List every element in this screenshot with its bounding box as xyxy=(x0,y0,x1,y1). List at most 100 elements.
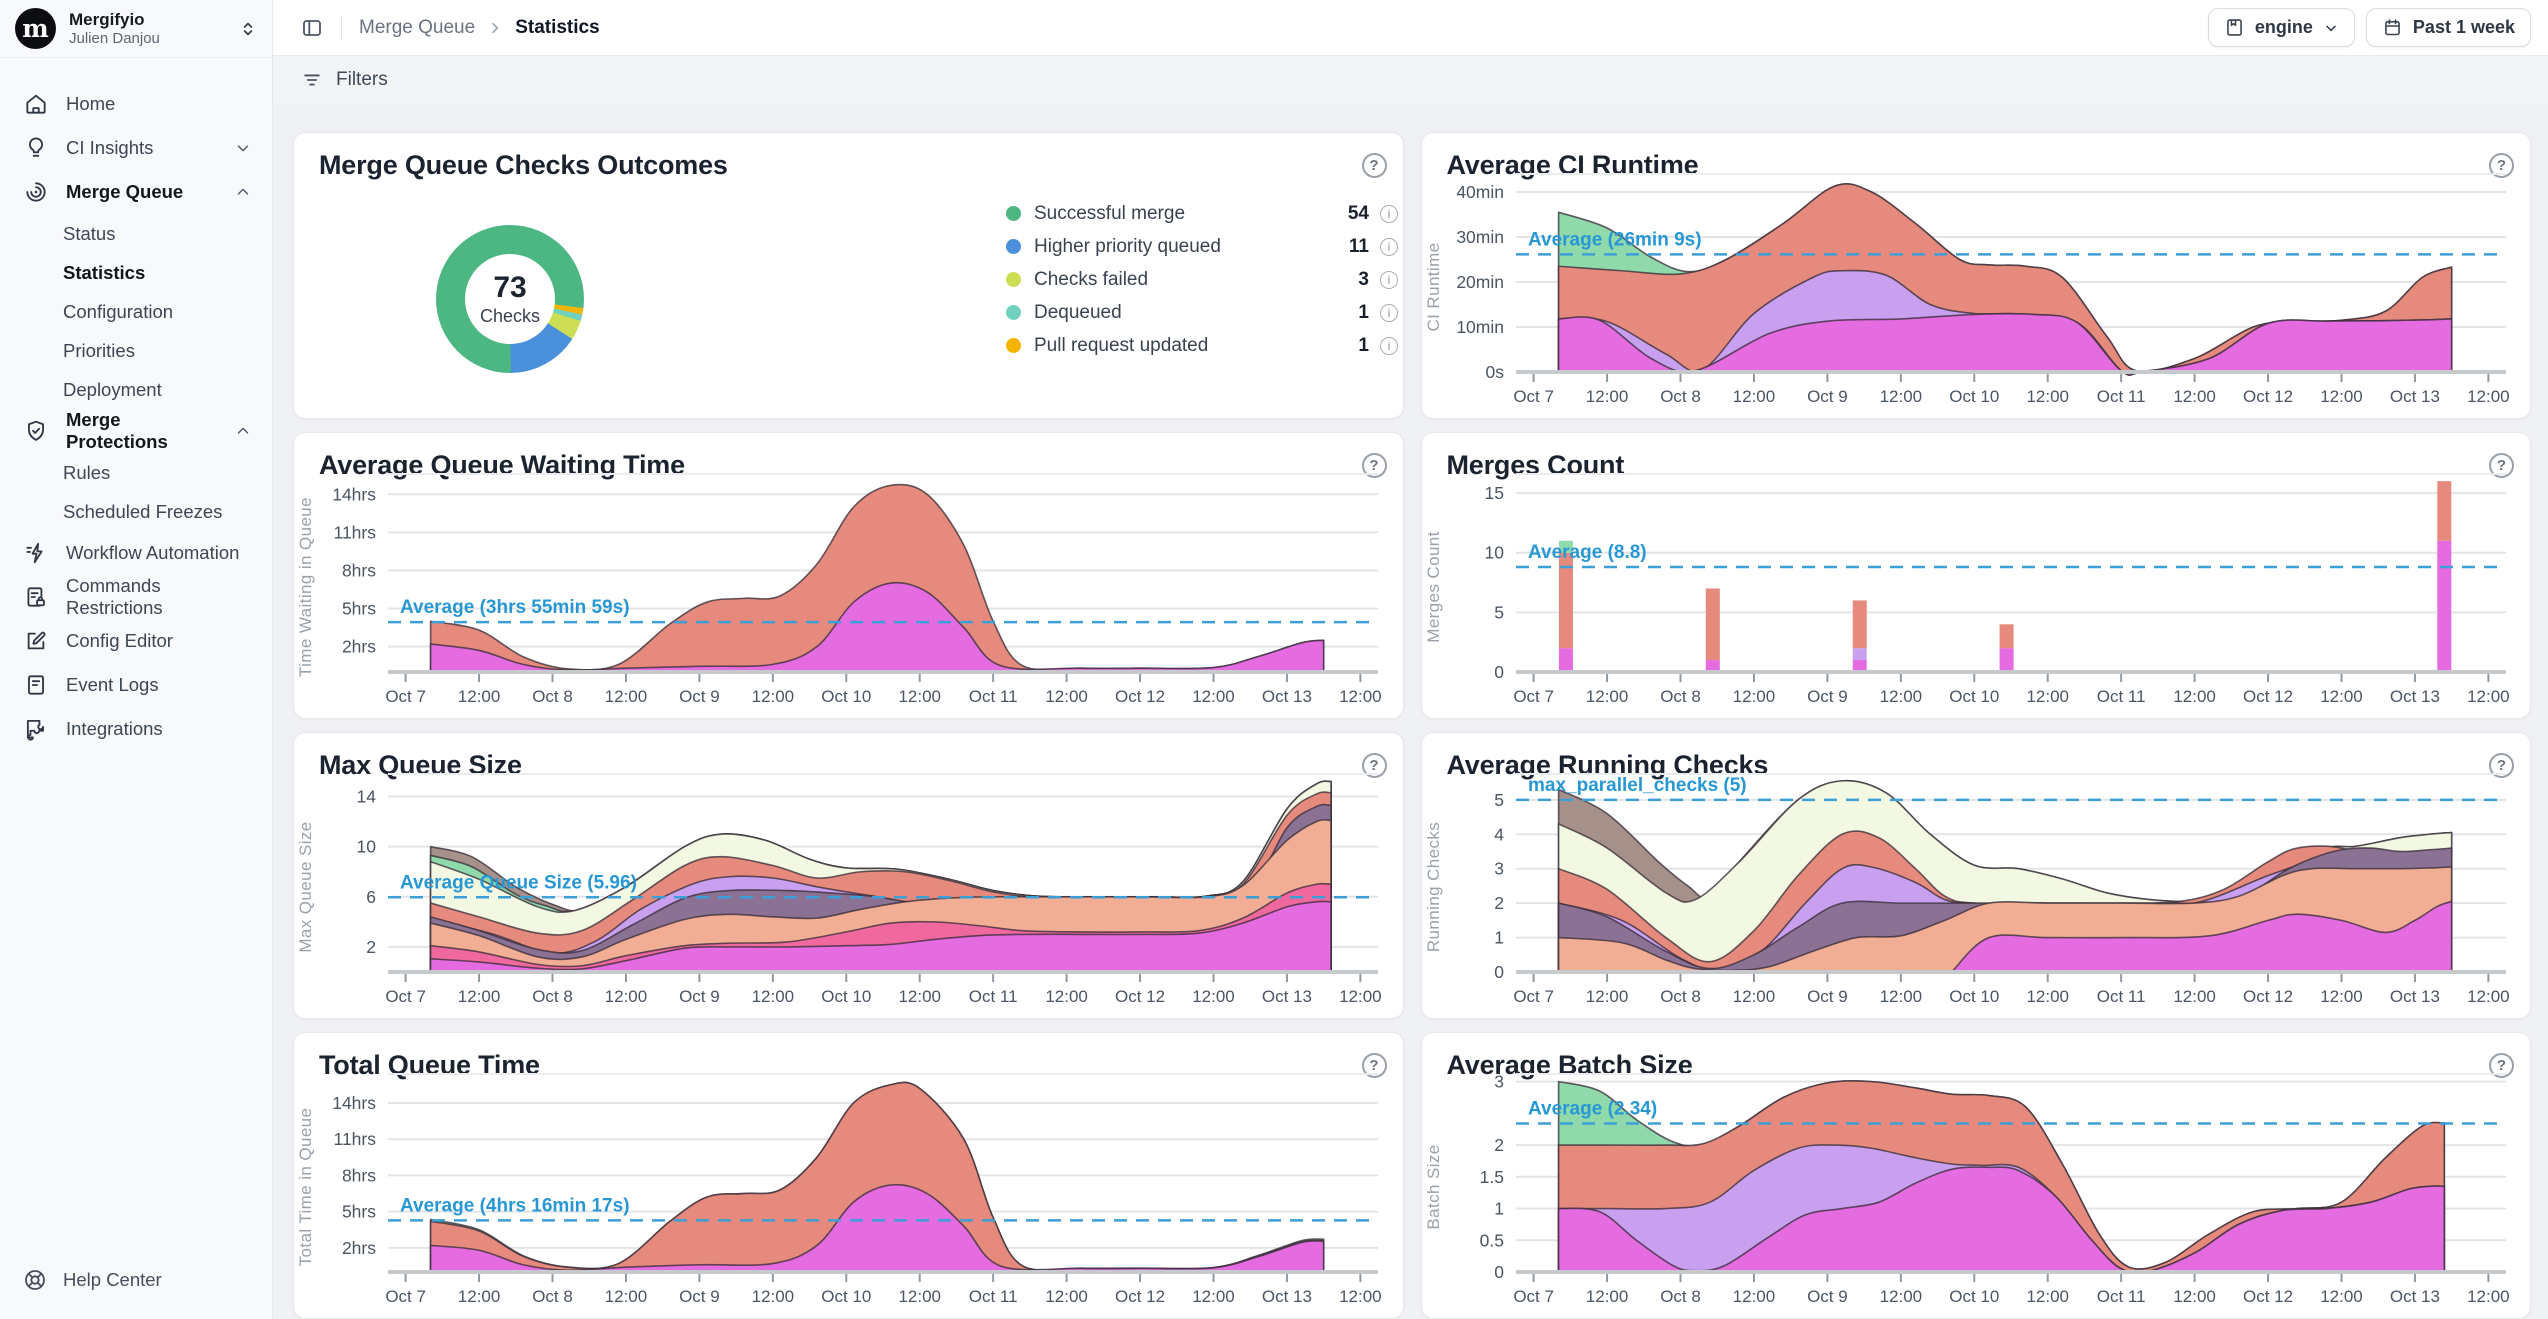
legend-label: Dequeued xyxy=(1034,302,1358,324)
svg-text:12:00: 12:00 xyxy=(1732,387,1775,406)
svg-text:Oct 8: Oct 8 xyxy=(532,987,573,1006)
max-queue-size-chart[interactable]: 261014Oct 712:00Oct 812:00Oct 912:00Oct … xyxy=(322,762,1392,1014)
svg-text:Average (3hrs 55min 59s): Average (3hrs 55min 59s) xyxy=(400,597,630,618)
svg-text:12:00: 12:00 xyxy=(1192,687,1235,706)
svg-text:12:00: 12:00 xyxy=(1732,687,1775,706)
info-icon[interactable]: i xyxy=(1380,205,1398,223)
workspace-caret-icon[interactable] xyxy=(238,19,258,39)
svg-text:12:00: 12:00 xyxy=(752,987,795,1006)
legend-label: Checks failed xyxy=(1034,269,1358,291)
sidebar-item-status[interactable]: Status xyxy=(0,214,272,253)
breadcrumb-chevron-icon xyxy=(487,20,503,36)
checks-outcomes-donut[interactable]: 73 Checks xyxy=(436,225,584,373)
svg-text:12:00: 12:00 xyxy=(1339,687,1382,706)
sidebar-item-priorities[interactable]: Priorities xyxy=(0,331,272,370)
svg-text:Oct 12: Oct 12 xyxy=(1115,1287,1165,1306)
document-icon xyxy=(23,672,49,698)
date-range-button[interactable]: Past 1 week xyxy=(2366,8,2531,47)
svg-text:Oct 8: Oct 8 xyxy=(1660,987,1701,1006)
svg-text:12:00: 12:00 xyxy=(1045,1287,1088,1306)
svg-text:12:00: 12:00 xyxy=(2467,387,2510,406)
svg-text:Oct 9: Oct 9 xyxy=(679,987,720,1006)
svg-text:Oct 9: Oct 9 xyxy=(1807,987,1848,1006)
svg-text:12:00: 12:00 xyxy=(1045,687,1088,706)
help-center-label: Help Center xyxy=(63,1269,162,1291)
svg-text:1.5: 1.5 xyxy=(1479,1167,1503,1187)
y-axis-label: Running Checks xyxy=(1424,822,1444,952)
queue-waiting-time-chart[interactable]: 2hrs5hrs8hrs11hrs14hrsOct 712:00Oct 812:… xyxy=(322,462,1392,714)
donut-total-label: Checks xyxy=(480,306,540,327)
info-icon[interactable]: i xyxy=(1380,238,1398,256)
svg-text:12:00: 12:00 xyxy=(1732,1287,1775,1306)
svg-text:0: 0 xyxy=(1494,1262,1504,1282)
legend-item[interactable]: Dequeued1i xyxy=(1006,296,1398,329)
svg-text:6: 6 xyxy=(366,887,376,907)
svg-text:2: 2 xyxy=(366,937,376,957)
sidebar-item-config-editor[interactable]: Config Editor xyxy=(0,619,272,663)
merges-count-chart[interactable]: 051015Oct 712:00Oct 812:00Oct 912:00Oct … xyxy=(1450,462,2520,714)
sidebar-item-label: Statistics xyxy=(63,262,145,284)
svg-text:Oct 8: Oct 8 xyxy=(1660,1287,1701,1306)
mergify-logo: m xyxy=(15,8,56,49)
legend-item[interactable]: Higher priority queued11i xyxy=(1006,230,1398,263)
info-icon[interactable]: i xyxy=(1380,304,1398,322)
sidebar-item-scheduled-freezes[interactable]: Scheduled Freezes xyxy=(0,492,272,531)
svg-text:Oct 8: Oct 8 xyxy=(532,687,573,706)
sidebar-item-event-logs[interactable]: Event Logs xyxy=(0,663,272,707)
total-queue-time-chart[interactable]: 2hrs5hrs8hrs11hrs14hrsOct 712:00Oct 812:… xyxy=(322,1062,1392,1314)
sidebar-toggle-button[interactable] xyxy=(300,16,324,40)
help-icon[interactable]: ? xyxy=(1362,153,1387,178)
info-icon[interactable]: i xyxy=(1380,271,1398,289)
legend-item[interactable]: Successful merge54i xyxy=(1006,197,1398,230)
sidebar-item-workflow-automation[interactable]: Workflow Automation xyxy=(0,531,272,575)
chevron-down-icon xyxy=(234,139,252,157)
svg-text:12:00: 12:00 xyxy=(2173,687,2216,706)
sidebar-item-statistics[interactable]: Statistics xyxy=(0,253,272,292)
batch-size-chart[interactable]: 00.511.523Oct 712:00Oct 812:00Oct 912:00… xyxy=(1450,1062,2520,1314)
svg-text:Oct 7: Oct 7 xyxy=(1513,387,1554,406)
repository-select[interactable]: engine xyxy=(2208,8,2355,47)
svg-text:12:00: 12:00 xyxy=(1585,387,1628,406)
calendar-icon xyxy=(2382,17,2403,38)
sidebar-item-rules[interactable]: Rules xyxy=(0,453,272,492)
sidebar-item-configuration[interactable]: Configuration xyxy=(0,292,272,331)
svg-text:12:00: 12:00 xyxy=(1585,1287,1628,1306)
filters-button[interactable]: Filters xyxy=(336,69,388,91)
sidebar-item-ci-insights[interactable]: CI Insights xyxy=(0,126,272,170)
help-center-link[interactable]: Help Center xyxy=(0,1241,272,1319)
sidebar-item-label: Deployment xyxy=(63,379,162,401)
sidebar-item-integrations[interactable]: Integrations xyxy=(0,707,272,751)
sidebar-item-label: Event Logs xyxy=(66,674,159,696)
sidebar-item-merge-protections[interactable]: Merge Protections xyxy=(0,409,272,453)
sidebar-item-label: CI Insights xyxy=(66,137,153,159)
ci-runtime-chart[interactable]: 0s10min20min30min40minOct 712:00Oct 812:… xyxy=(1450,162,2520,414)
donut-total-value: 73 xyxy=(493,271,526,305)
svg-text:Oct 10: Oct 10 xyxy=(821,987,871,1006)
svg-text:12:00: 12:00 xyxy=(605,1287,648,1306)
legend-item[interactable]: Checks failed3i xyxy=(1006,263,1398,296)
breadcrumb-parent[interactable]: Merge Queue xyxy=(359,17,475,39)
svg-text:Oct 11: Oct 11 xyxy=(2096,987,2145,1006)
svg-text:8hrs: 8hrs xyxy=(342,1165,376,1185)
svg-text:12:00: 12:00 xyxy=(2173,387,2216,406)
svg-text:Oct 11: Oct 11 xyxy=(969,687,1018,706)
sidebar-item-home[interactable]: Home xyxy=(0,82,272,126)
svg-text:Oct 7: Oct 7 xyxy=(385,1287,426,1306)
svg-text:Oct 8: Oct 8 xyxy=(532,1287,573,1306)
repository-icon xyxy=(2224,17,2245,38)
svg-text:12:00: 12:00 xyxy=(1879,987,1922,1006)
running-checks-chart[interactable]: 012345Oct 712:00Oct 812:00Oct 912:00Oct … xyxy=(1450,762,2520,1014)
legend-item[interactable]: Pull request updated1i xyxy=(1006,329,1398,362)
legend-value: 1 xyxy=(1358,335,1369,357)
svg-text:Oct 11: Oct 11 xyxy=(969,987,1018,1006)
svg-text:11hrs: 11hrs xyxy=(334,1129,377,1149)
workspace-switcher[interactable]: m Mergifyio Julien Danjou xyxy=(0,0,272,58)
chevron-up-icon xyxy=(234,183,252,201)
sidebar-item-deployment[interactable]: Deployment xyxy=(0,370,272,409)
info-icon[interactable]: i xyxy=(1380,337,1398,355)
svg-text:12:00: 12:00 xyxy=(1192,987,1235,1006)
sidebar-item-label: Commands Restrictions xyxy=(66,575,252,619)
sidebar-item-commands-restrictions[interactable]: Commands Restrictions xyxy=(0,575,272,619)
sidebar-item-merge-queue[interactable]: Merge Queue xyxy=(0,170,272,214)
svg-text:12:00: 12:00 xyxy=(898,687,941,706)
